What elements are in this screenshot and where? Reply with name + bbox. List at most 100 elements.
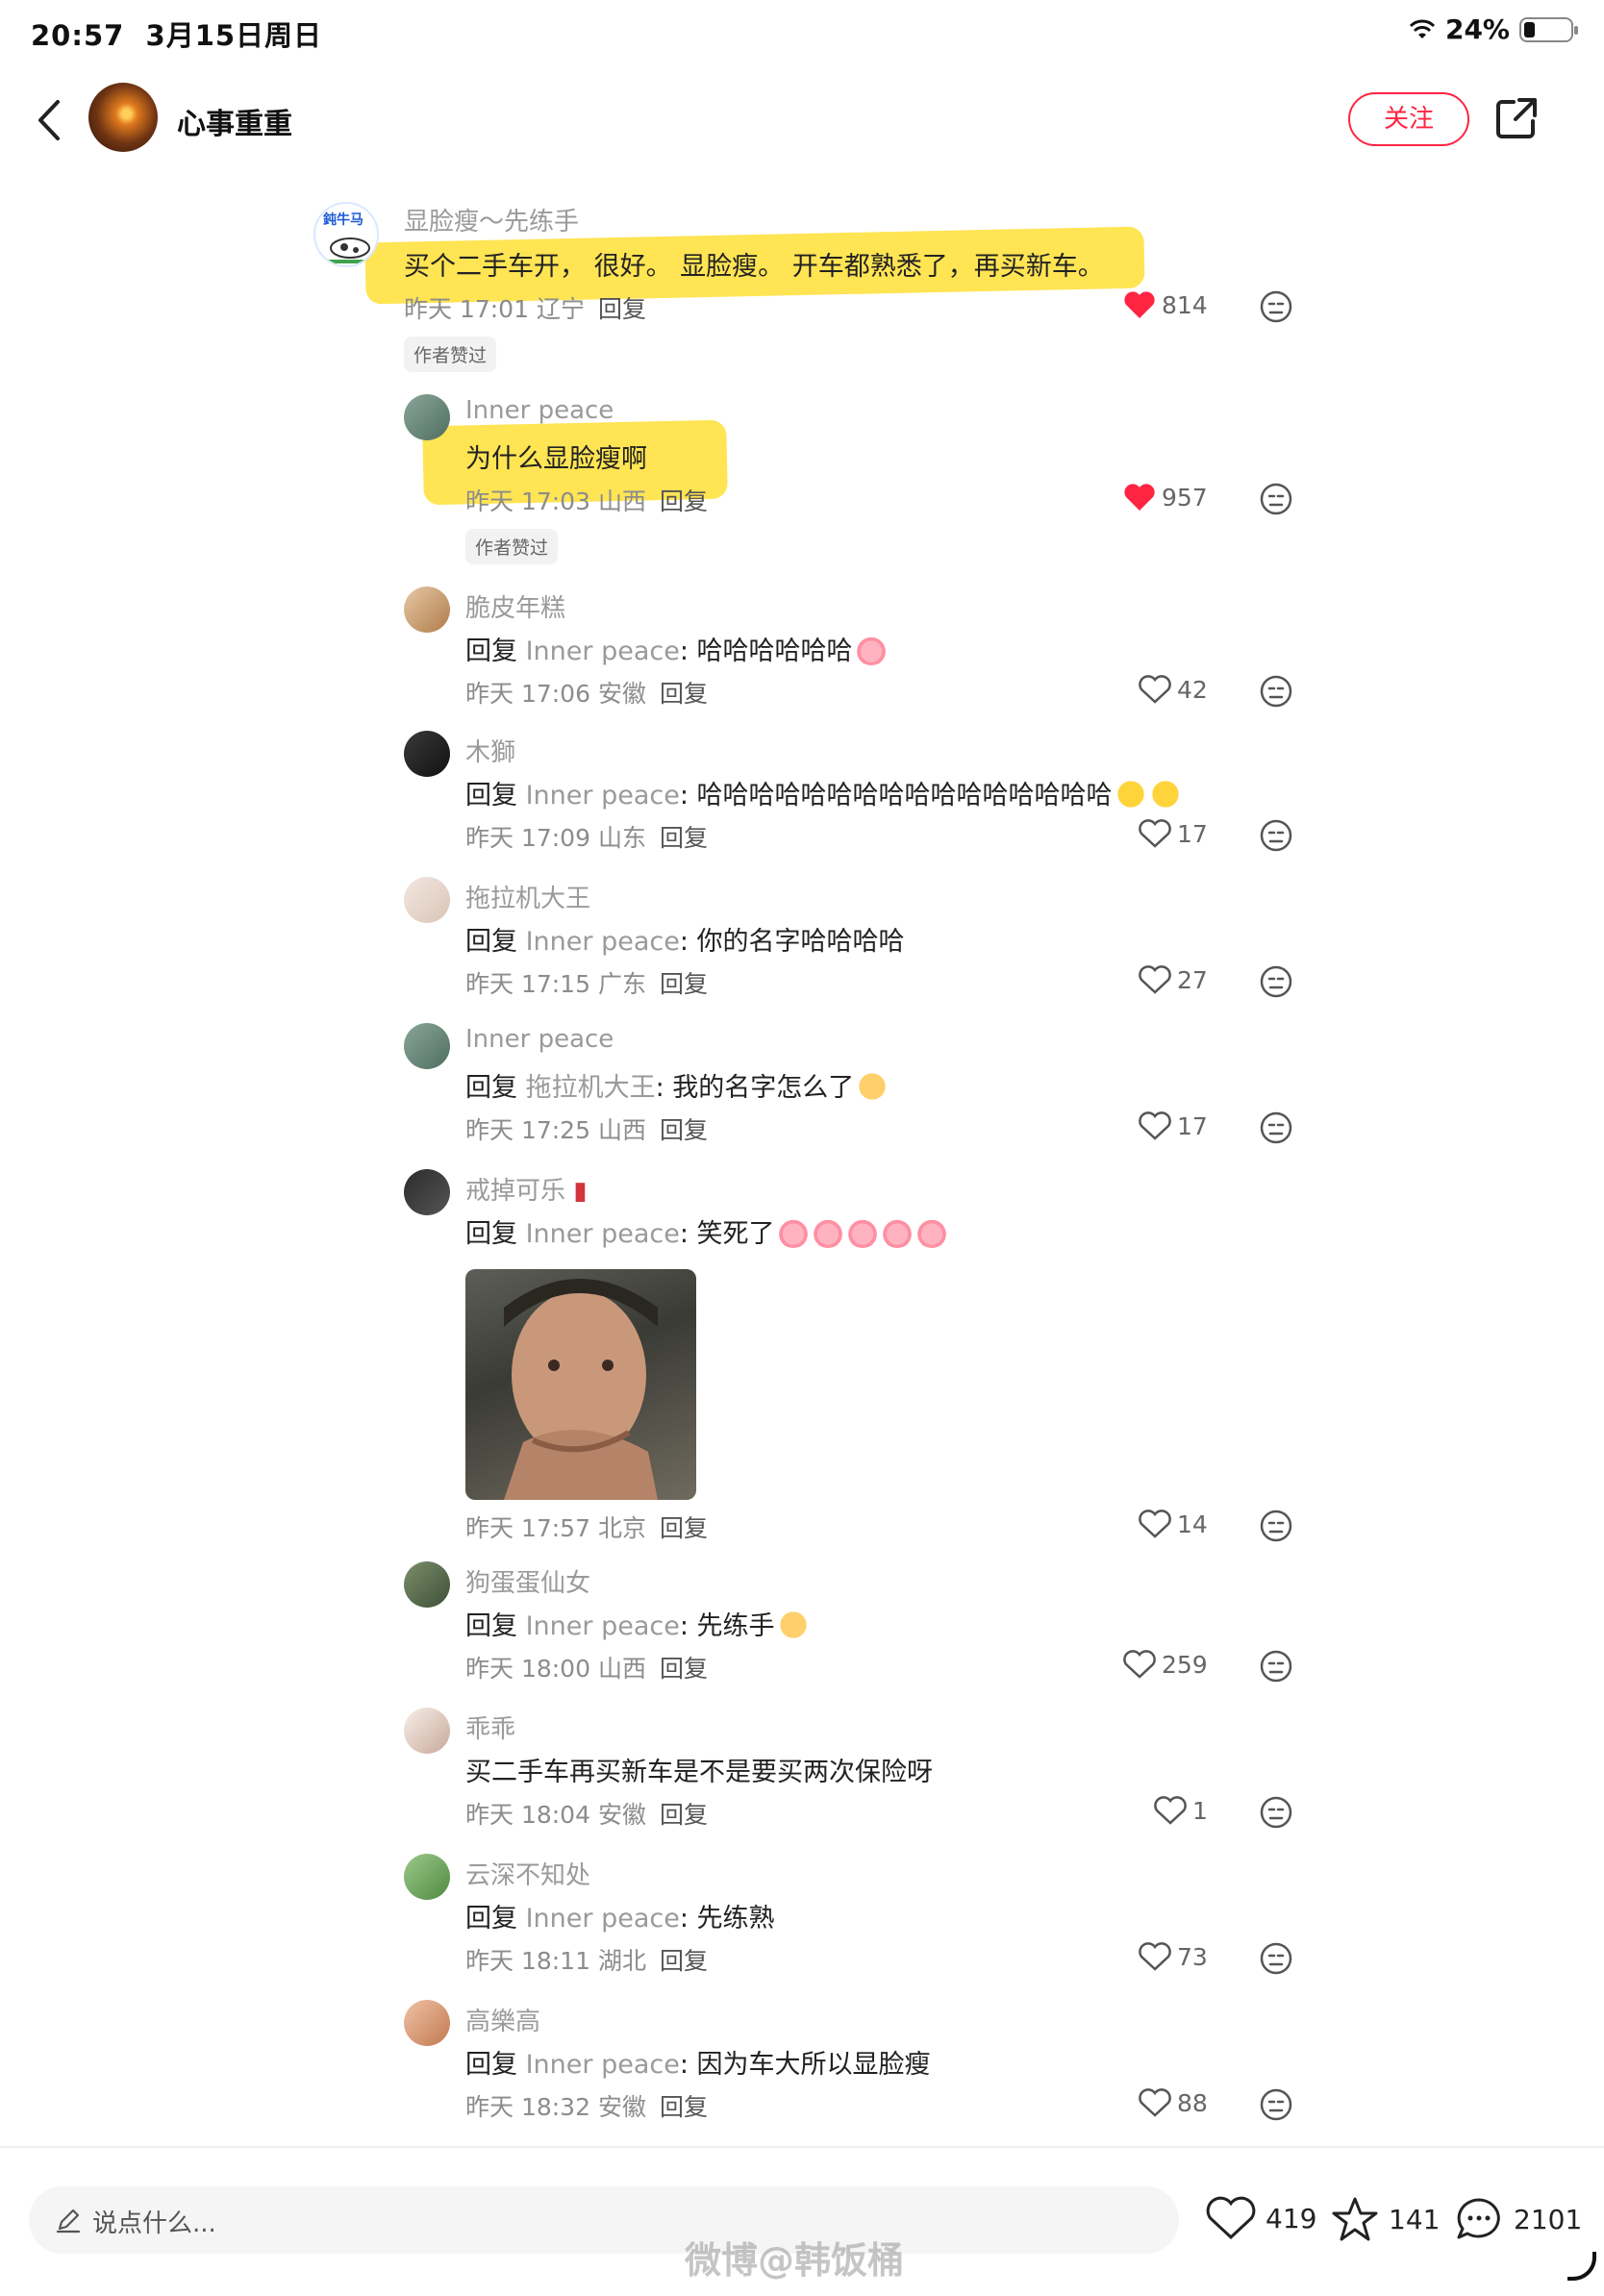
reply-target[interactable]: Inner peace [526, 781, 680, 811]
reply-button[interactable]: 回复 [660, 1947, 708, 1975]
reply-button[interactable]: 回复 [660, 1116, 708, 1144]
dislike-icon[interactable] [1259, 1509, 1293, 1543]
like-button[interactable]: 42 [1139, 675, 1208, 704]
reply-prefix: 回复 [465, 927, 517, 957]
reply-button[interactable]: 回复 [660, 1514, 708, 1542]
cup-emoji-icon: ▮ [573, 1177, 588, 1206]
like-count: 1 [1192, 1796, 1208, 1825]
comment-stat[interactable]: 2101 [1454, 2196, 1582, 2242]
comment-username[interactable]: 木獅 [465, 733, 515, 768]
dislike-icon[interactable] [1259, 1649, 1293, 1684]
reply-body: 我的名字怎么了 [672, 1073, 855, 1103]
dislike-icon[interactable] [1259, 818, 1293, 853]
reply-button[interactable]: 回复 [660, 970, 708, 998]
favorite-stat[interactable]: 141 [1331, 2196, 1440, 2242]
author-avatar[interactable] [88, 83, 158, 152]
dislike-icon[interactable] [1259, 1795, 1293, 1830]
comment-username[interactable]: 高樂高 [465, 2002, 540, 2037]
comment-username[interactable]: 乖乖 [465, 1710, 515, 1745]
scroll-handle[interactable] [1567, 2252, 1596, 2281]
dislike-icon[interactable] [1259, 1111, 1293, 1145]
avatar[interactable] [404, 1561, 450, 1608]
follow-button[interactable]: 关注 [1348, 92, 1469, 146]
share-icon[interactable] [1492, 94, 1541, 142]
reply-button[interactable]: 回复 [660, 1801, 708, 1829]
reply-target[interactable]: 拖拉机大王 [526, 1073, 656, 1103]
comment-username[interactable]: Inner peace [465, 1025, 614, 1054]
dislike-icon[interactable] [1259, 2087, 1293, 2122]
like-button[interactable]: 814 [1123, 290, 1208, 319]
like-button[interactable]: 17 [1139, 1111, 1208, 1140]
avatar[interactable] [404, 1854, 450, 1900]
like-button[interactable]: 957 [1123, 483, 1208, 512]
like-count: 27 [1177, 965, 1208, 994]
reply-button[interactable]: 回复 [660, 487, 708, 515]
comment-username[interactable]: 狗蛋蛋仙女 [465, 1563, 590, 1599]
comment-time: 昨天 17:15 广东 [465, 970, 646, 998]
avatar[interactable] [404, 1708, 450, 1754]
avatar[interactable] [404, 731, 450, 777]
avatar[interactable] [404, 394, 450, 440]
reply-button[interactable]: 回复 [660, 1655, 708, 1683]
comment-username[interactable]: Inner peace [465, 396, 614, 425]
comment-username[interactable]: 云深不知处 [465, 1856, 590, 1891]
reply-button[interactable]: 回复 [660, 2093, 708, 2121]
reply-prefix: 回复 [465, 1611, 517, 1641]
reply-button[interactable]: 回复 [598, 295, 646, 323]
reply-body: 因为车大所以显脸瘦 [696, 2050, 931, 2080]
like-count: 957 [1162, 483, 1208, 512]
dislike-icon[interactable] [1259, 964, 1293, 999]
back-icon[interactable] [31, 96, 69, 144]
reply-prefix: 回复 [465, 2050, 517, 2080]
like-count: 42 [1177, 675, 1208, 704]
like-stat[interactable]: 419 [1206, 2196, 1316, 2240]
dislike-icon[interactable] [1259, 1941, 1293, 1976]
heart-outline-icon [1206, 2196, 1256, 2239]
avatar[interactable] [404, 1023, 450, 1069]
avatar[interactable] [404, 2000, 450, 2046]
reply-body: 先练熟 [696, 1904, 775, 1934]
reply-button[interactable]: 回复 [660, 824, 708, 852]
comment-username[interactable]: 戒掉可乐 ▮ [465, 1171, 588, 1207]
comment-username[interactable]: 拖拉机大王 [465, 879, 590, 914]
dislike-icon[interactable] [1259, 289, 1293, 324]
like-button[interactable]: 259 [1123, 1650, 1208, 1679]
dislike-icon[interactable] [1259, 674, 1293, 709]
comment-time: 昨天 18:32 安徽 [465, 2093, 646, 2121]
author-name[interactable]: 心事重重 [177, 100, 292, 142]
like-button[interactable]: 14 [1139, 1510, 1208, 1538]
reply-body: 哈哈哈哈哈哈哈哈哈哈哈哈哈哈哈哈 [696, 781, 1113, 811]
like-button[interactable]: 88 [1139, 2088, 1208, 2117]
comment-username[interactable]: 显脸瘦～先练手 [404, 202, 579, 237]
comment-text: 回复 Inner peace: 哈哈哈哈哈哈哈哈哈哈哈哈哈哈哈哈 [465, 774, 1182, 811]
reply-target[interactable]: Inner peace [526, 1611, 680, 1641]
reply-button[interactable]: 回复 [660, 680, 708, 708]
reply-target[interactable]: Inner peace [526, 1904, 680, 1934]
comment-input[interactable]: 说点什么... [29, 2186, 1179, 2254]
reply-target[interactable]: Inner peace [526, 1219, 680, 1249]
like-button[interactable]: 27 [1139, 965, 1208, 994]
dislike-icon[interactable] [1259, 482, 1293, 516]
like-button[interactable]: 17 [1139, 819, 1208, 848]
avatar[interactable]: 鈍牛马 [313, 202, 379, 267]
comment-text: 买二手车再买新车是不是要买两次保险呀 [465, 1758, 933, 1787]
crying-emoji-icon [811, 1217, 844, 1248]
author-liked-badge: 作者赞过 [465, 529, 559, 564]
comment-username[interactable]: 脆皮年糕 [465, 588, 565, 624]
like-button[interactable]: 1 [1154, 1796, 1208, 1825]
like-button[interactable]: 73 [1139, 1942, 1208, 1971]
reply-target[interactable]: Inner peace [526, 636, 680, 666]
pen-icon [56, 2209, 81, 2234]
comment-text: 回复 Inner peace: 先练熟 [465, 1904, 775, 1934]
reply-target[interactable]: Inner peace [526, 927, 680, 957]
avatar[interactable] [404, 586, 450, 633]
avatar[interactable] [404, 1169, 450, 1215]
input-placeholder: 说点什么... [92, 2209, 216, 2238]
like-total: 419 [1266, 2202, 1317, 2234]
reply-target[interactable]: Inner peace [526, 2050, 680, 2080]
avatar[interactable] [404, 877, 450, 923]
reply-prefix: 回复 [465, 1904, 517, 1934]
comment-image[interactable] [465, 1269, 696, 1500]
crying-emoji-icon [776, 1217, 810, 1248]
like-count: 17 [1177, 1111, 1208, 1140]
